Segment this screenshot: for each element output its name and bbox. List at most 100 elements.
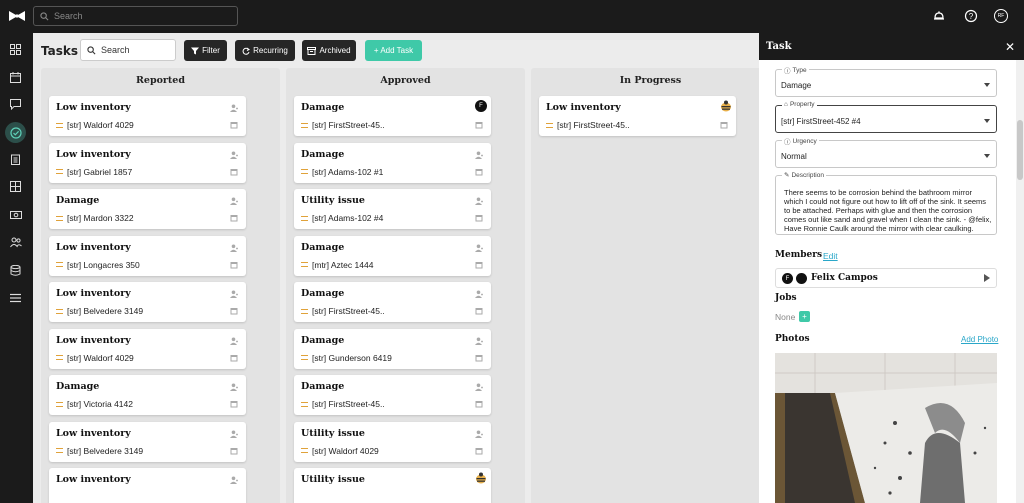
calendar-icon[interactable] [475,261,483,269]
task-card[interactable]: Damage [str] FirstStreet-45.. F [294,96,491,136]
type-label: ⓘ Type [782,65,809,75]
assign-user-icon[interactable] [230,151,238,159]
sidebar-item-calendar[interactable] [7,69,24,86]
property-select[interactable]: ⌂ Property [str] FirstStreet-452 #4 [775,101,997,133]
calendar-icon[interactable] [475,354,483,362]
bell-icon[interactable] [932,9,946,23]
task-card-title: Low inventory [56,148,131,160]
assign-user-icon[interactable] [475,290,483,298]
assign-user-icon[interactable] [230,197,238,205]
add-job-icon[interactable]: + [799,311,810,322]
calendar-icon[interactable] [475,307,483,315]
task-card[interactable]: Utility issue [str] Waldorf 4029 [294,421,491,462]
sidebar-item-properties[interactable] [7,178,24,195]
urgency-select[interactable]: ⓘ Urgency Normal [775,136,997,168]
sidebar-item-payments[interactable] [7,206,24,223]
calendar-icon[interactable] [475,121,483,129]
bee-avatar-icon[interactable] [475,472,487,484]
task-card[interactable]: Low inventory [str] Waldorf 4029 [49,328,246,369]
task-card[interactable]: Damage [mtr] Aztec 1444 [294,235,491,276]
members-edit-link[interactable]: Edit [823,251,838,261]
task-search-placeholder: Search [101,45,130,55]
add-photo-link[interactable]: Add Photo [961,335,998,344]
priority-icon [56,169,63,174]
calendar-icon[interactable] [230,307,238,315]
assign-user-icon[interactable] [475,337,483,345]
task-card[interactable]: Low inventory [str] Belvedere 3149 [49,421,246,462]
description-field[interactable]: ✎ Description There seems to be corrosion… [775,171,997,235]
sidebar-item-tasks[interactable] [5,122,26,143]
panel-scrollbar[interactable] [1016,60,1024,503]
play-icon[interactable] [984,274,990,282]
calendar-icon[interactable] [720,121,728,129]
property-value: [str] FirstStreet-452 #4 [781,117,861,126]
task-card-property: [str] Adams-102 #1 [301,167,383,177]
add-task-button[interactable]: + Add Task [365,40,422,61]
assign-user-icon[interactable] [230,104,238,112]
assign-user-icon[interactable] [475,383,483,391]
calendar-icon[interactable] [230,400,238,408]
assign-user-icon[interactable] [230,383,238,391]
assign-user-icon[interactable] [230,244,238,252]
calendar-icon[interactable] [230,447,238,455]
type-select[interactable]: ⓘ Type Damage [775,65,997,97]
assign-user-icon[interactable] [230,430,238,438]
calendar-icon[interactable] [230,168,238,176]
sidebar-item-menu[interactable] [7,289,24,306]
assignee-avatar[interactable]: F [475,100,487,112]
property-text: [str] Belvedere 3149 [67,306,144,316]
task-search-input[interactable]: Search [80,39,176,61]
logo-bowtie-icon[interactable] [8,9,26,23]
task-card[interactable]: Low inventory [str] Belvedere 3149 [49,282,246,322]
assign-user-icon[interactable] [475,151,483,159]
calendar-icon[interactable] [230,354,238,362]
bee-avatar-icon[interactable] [720,100,732,112]
task-card[interactable]: Damage [str] Adams-102 #1 [294,142,491,183]
calendar-icon[interactable] [475,214,483,222]
sidebar-item-storage[interactable] [7,262,24,279]
task-card[interactable]: Low inventory [str] Waldorf 4029 [49,96,246,136]
type-label-text: Type [792,66,807,74]
assign-user-icon[interactable] [230,337,238,345]
calendar-icon[interactable] [230,121,238,129]
help-icon[interactable]: ? [964,9,978,23]
task-card[interactable]: Damage [str] FirstStreet-45.. [294,282,491,322]
task-card[interactable]: Low inventory [str] Longacres 350 [49,235,246,276]
sidebar-item-people[interactable] [7,234,24,251]
calendar-icon[interactable] [475,447,483,455]
calendar-icon[interactable] [230,261,238,269]
calendar-icon[interactable] [475,168,483,176]
task-card[interactable]: Damage [str] Mardon 3322 [49,189,246,229]
svg-text:?: ? [969,12,974,21]
assign-user-icon[interactable] [475,244,483,252]
task-card[interactable]: Low inventory [str] FirstStreet-45.. [539,96,736,136]
task-card[interactable]: Low inventory [str] Gabriel 1857 [49,142,246,183]
close-icon[interactable]: ✕ [1005,40,1015,54]
task-card[interactable]: Damage [str] Gunderson 6419 [294,328,491,369]
jobs-none: None [775,312,796,322]
scroll-thumb[interactable] [1017,120,1023,180]
archived-button[interactable]: Archived [302,40,356,61]
filter-button[interactable]: Filter [184,40,227,61]
sidebar-item-messages[interactable] [7,96,24,113]
calendar-icon[interactable] [475,400,483,408]
task-card[interactable]: Damage [str] FirstStreet-45.. [294,375,491,415]
task-card[interactable]: Utility issue [str] Adams-102 #4 [294,189,491,229]
assign-user-icon[interactable] [230,290,238,298]
sidebar-item-dashboard[interactable] [7,41,24,58]
chevron-down-icon [984,119,990,123]
task-card[interactable]: Damage [str] Victoria 4142 [49,375,246,415]
panel-title: Task [766,41,792,52]
sidebar-item-reports[interactable] [7,151,24,168]
member-row[interactable]: F Felix Campos [775,268,997,288]
user-avatar[interactable]: RF [994,9,1008,23]
global-search-input[interactable]: Search [33,6,238,26]
assign-user-icon[interactable] [230,476,238,484]
task-card[interactable]: Low inventory [49,468,246,503]
recurring-button[interactable]: Recurring [235,40,295,61]
assign-user-icon[interactable] [475,197,483,205]
task-photo[interactable] [775,353,997,503]
task-card[interactable]: Utility issue [294,468,491,503]
assign-user-icon[interactable] [475,430,483,438]
calendar-icon[interactable] [230,214,238,222]
